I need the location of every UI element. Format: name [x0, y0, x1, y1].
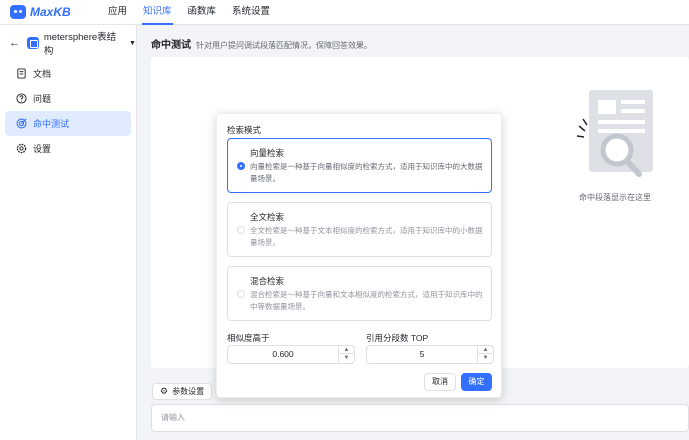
mode-card-fulltext[interactable]: 全文检索 全文检索是一种基于文本相似度的检索方式，适用于知识库中的小数据量场景。	[227, 202, 492, 257]
sidebar-item-documents[interactable]: 文档	[5, 61, 131, 86]
target-icon	[15, 118, 27, 130]
param-settings-button[interactable]: ⚙ 参数设置	[152, 383, 213, 400]
kb-selector[interactable]: metersphere表结构	[44, 29, 125, 57]
brand-name: MaxKB	[30, 5, 71, 19]
param-settings-popover: 检索模式 向量检索 向量检索是一种基于向量相似度的检索方式，适用于知识库中的大数…	[216, 113, 502, 398]
nav-item-knowledge[interactable]: 知识库	[135, 0, 180, 25]
page-header: 命中测试 针对用户提问调试段落匹配情况，保障回答效果。	[151, 36, 372, 51]
sidebar-item-hit-test[interactable]: 命中测试	[5, 111, 131, 136]
topn-value[interactable]: 5	[367, 346, 477, 363]
main-nav: 应用 知识库 函数库 系统设置	[100, 0, 278, 25]
page-subtitle: 针对用户提问调试段落匹配情况，保障回答效果。	[196, 41, 372, 50]
similarity-label: 相似度高于	[227, 333, 270, 343]
top-bar: MaxKB 应用 知识库 函数库 系统设置	[0, 0, 689, 25]
decrement-icon[interactable]: ▼	[478, 354, 493, 362]
confirm-button[interactable]: 确定	[461, 373, 492, 391]
radio-hybrid[interactable]	[237, 290, 245, 298]
question-input[interactable]: 请输入	[151, 404, 689, 432]
similarity-stepper[interactable]: 0.600 ▲ ▼	[227, 345, 355, 364]
sidebar-item-label: 设置	[33, 144, 52, 154]
sidebar-menu: 文档 问题 命中测试 设置	[0, 61, 136, 161]
back-arrow-icon[interactable]: ←	[9, 37, 21, 49]
stepper-controls: ▲ ▼	[338, 346, 354, 363]
stepper-controls: ▲ ▼	[477, 346, 493, 363]
sidebar: ← metersphere表结构 ▼ 文档 问题 命中测试 设置	[0, 25, 137, 440]
mode-title: 向量检索	[250, 148, 285, 158]
sidebar-item-label: 文档	[33, 69, 52, 79]
logo[interactable]: MaxKB	[10, 5, 100, 19]
sidebar-item-label: 问题	[33, 94, 52, 104]
gear-icon	[15, 143, 27, 155]
question-icon	[15, 93, 27, 105]
mode-description: 向量检索是一种基于向量相似度的检索方式，适用于知识库中的大数据量场景。	[250, 162, 483, 183]
cancel-button[interactable]: 取消	[424, 373, 456, 391]
mode-card-hybrid[interactable]: 混合检索 混合检索是一种基于向量和文本相似度的检索方式，适用于知识库中的中等数据…	[227, 266, 492, 321]
sidebar-item-questions[interactable]: 问题	[5, 86, 131, 111]
empty-search-illustration-icon	[565, 86, 665, 186]
mode-card-vector[interactable]: 向量检索 向量检索是一种基于向量相似度的检索方式，适用于知识库中的大数据量场景。	[227, 138, 492, 193]
kb-header: ← metersphere表结构 ▼	[0, 25, 136, 61]
sidebar-item-label: 命中测试	[33, 119, 70, 129]
topn-label: 引用分段数 TOP	[366, 333, 429, 343]
nav-item-settings[interactable]: 系统设置	[224, 0, 278, 25]
mode-description: 全文检索是一种基于文本相似度的检索方式，适用于知识库中的小数据量场景。	[250, 226, 483, 247]
mode-title: 全文检索	[250, 212, 285, 222]
search-mode-label: 检索模式	[227, 125, 262, 135]
empty-state-text: 命中段落显示在这里	[579, 193, 651, 202]
increment-icon[interactable]: ▲	[339, 346, 354, 354]
empty-state: 命中段落显示在这里	[560, 86, 670, 203]
topn-stepper[interactable]: 5 ▲ ▼	[366, 345, 494, 364]
radio-vector[interactable]	[237, 162, 245, 170]
gear-icon: ⚙	[160, 386, 169, 396]
chevron-down-icon[interactable]: ▼	[129, 40, 136, 47]
document-icon	[15, 68, 27, 80]
page-title: 命中测试	[151, 40, 191, 51]
increment-icon[interactable]: ▲	[478, 346, 493, 354]
nav-item-functions[interactable]: 函数库	[180, 0, 225, 25]
logo-icon	[10, 5, 26, 19]
mode-title: 混合检索	[250, 276, 285, 286]
similarity-value[interactable]: 0.600	[228, 346, 338, 363]
knowledge-base-icon	[26, 37, 39, 49]
decrement-icon[interactable]: ▼	[339, 354, 354, 362]
mode-description: 混合检索是一种基于向量和文本相似度的检索方式，适用于知识库中的中等数据量场景。	[250, 290, 483, 311]
nav-item-apps[interactable]: 应用	[100, 0, 135, 25]
param-settings-label: 参数设置	[172, 387, 205, 396]
radio-fulltext[interactable]	[237, 226, 245, 234]
sidebar-item-settings[interactable]: 设置	[5, 136, 131, 161]
